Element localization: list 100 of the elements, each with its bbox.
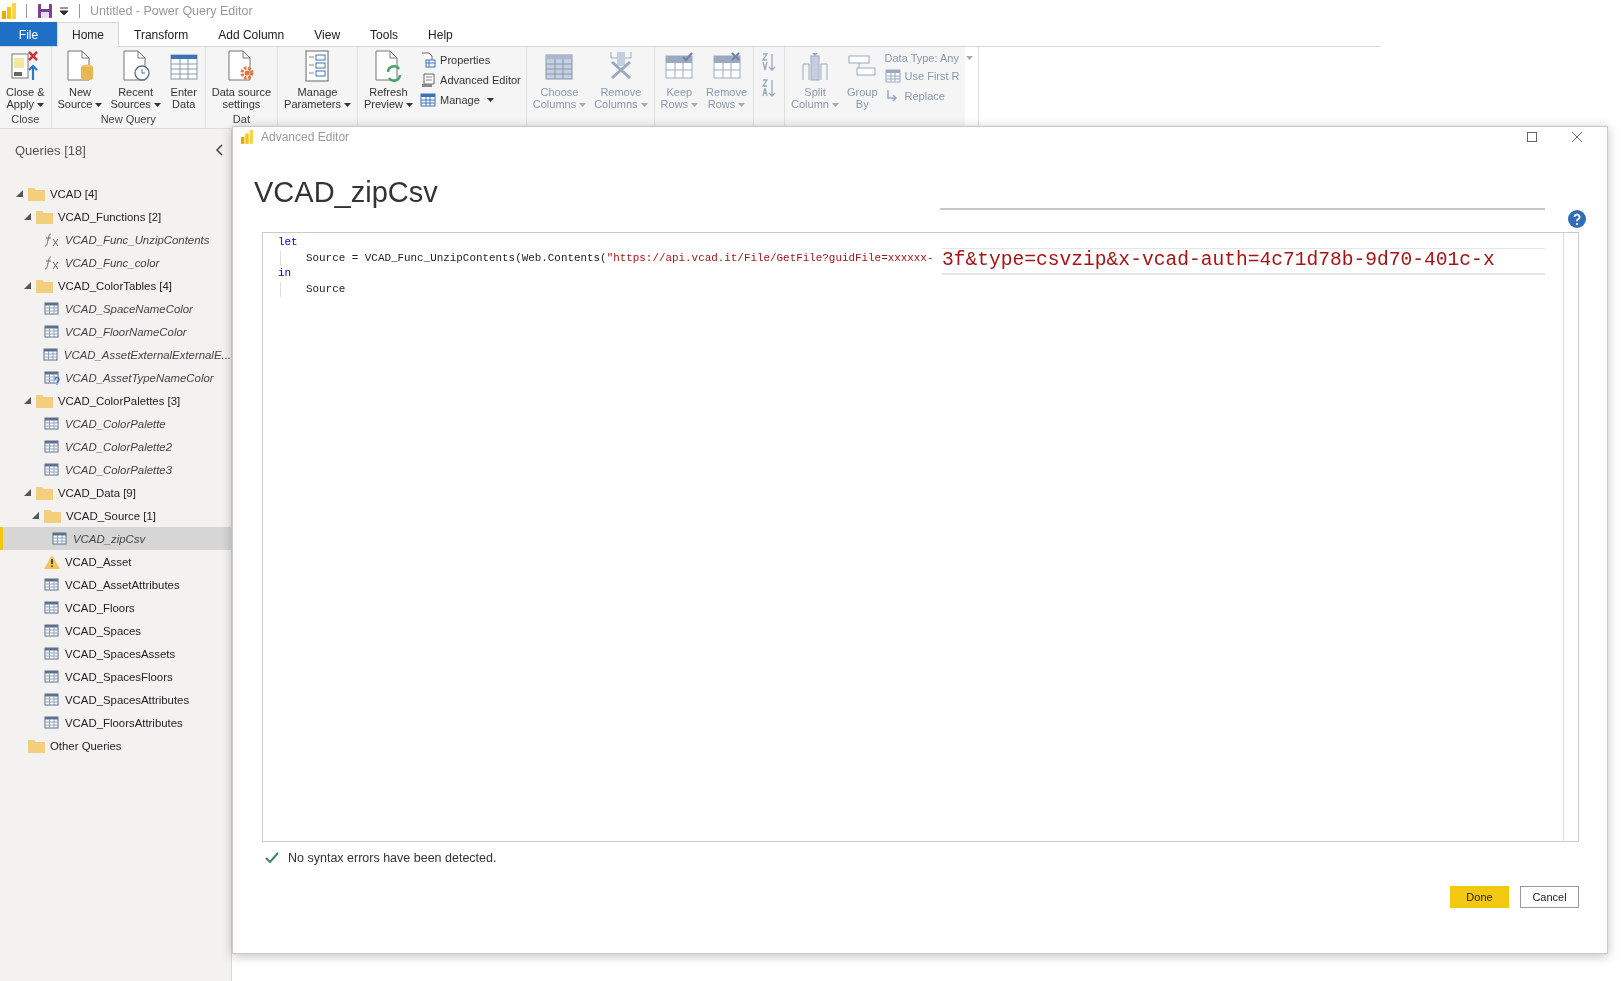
ribbon-tab[interactable]: View — [299, 22, 356, 46]
query-item[interactable]: VCAD_FloorNameColor — [0, 320, 231, 343]
query-item[interactable]: VCAD_ColorPalettes [3] — [0, 389, 231, 412]
ribbon-group-label: New Query — [99, 113, 157, 127]
table-icon — [44, 462, 60, 477]
query-item[interactable]: VCAD_SpacesAssets — [0, 642, 231, 665]
query-item[interactable]: VCAD_ColorPalette3 — [0, 458, 231, 481]
query-item[interactable]: VCAD_ColorPalette2 — [0, 435, 231, 458]
caret-icon[interactable] — [486, 98, 494, 102]
window-title: Untitled - Power Query Editor — [90, 4, 253, 18]
ribbon-tab[interactable]: Help — [413, 22, 468, 46]
dropdown-caret-icon[interactable] — [59, 6, 69, 16]
cancel-button[interactable]: Cancel — [1520, 886, 1579, 908]
ribbon-tab[interactable]: Transform — [119, 22, 204, 46]
code-string: "https://api.vcad.it/File/GetFile?guidFile=xxxxxx- — [606, 251, 934, 264]
app-logo-icon — [2, 3, 16, 19]
warning-icon — [44, 554, 60, 569]
query-item[interactable]: VCAD_Floors — [0, 596, 231, 619]
file-tab[interactable]: File — [0, 22, 57, 46]
caret-icon[interactable] — [153, 103, 161, 108]
code-keyword: in — [278, 267, 292, 279]
save-icon[interactable] — [37, 3, 53, 19]
ribbon-button[interactable]: Data source settings — [208, 50, 275, 113]
queries-heading: Queries [18] — [15, 142, 86, 158]
function-icon — [44, 255, 60, 270]
document-clock-icon — [120, 50, 151, 82]
query-item[interactable]: VCAD_AssetTypeNameColor — [0, 366, 231, 389]
query-item[interactable]: VCAD [4] — [0, 182, 231, 205]
function-icon — [44, 232, 60, 247]
split-column-icon — [800, 50, 830, 82]
query-item[interactable]: VCAD_SpacesAttributes — [0, 688, 231, 711]
query-item[interactable]: VCAD_Spaces — [0, 619, 231, 642]
help-icon[interactable] — [1568, 210, 1586, 228]
query-item[interactable]: Other Queries — [0, 734, 231, 757]
expanded-triangle-icon[interactable] — [23, 489, 31, 496]
maximize-icon[interactable] — [1527, 132, 1537, 142]
folder-icon — [36, 393, 53, 408]
document-refresh-icon — [373, 50, 404, 82]
table-icon — [44, 669, 60, 684]
query-item[interactable]: VCAD_AssetAttributes — [0, 573, 231, 596]
table-icon — [44, 715, 60, 730]
table-icon — [44, 600, 60, 615]
table-icon — [44, 692, 60, 707]
query-item[interactable]: VCAD_Func_UnzipContents — [0, 228, 231, 251]
ribbon-button[interactable]: Advanced Editor — [418, 72, 523, 88]
ribbon-button[interactable]: New Source — [54, 50, 106, 113]
table-icon — [44, 439, 60, 454]
caret-icon[interactable] — [95, 103, 103, 108]
dialog-title: Advanced Editor — [261, 130, 350, 144]
ribbon-button[interactable]: Manage — [418, 92, 523, 108]
table-icon — [44, 577, 60, 592]
query-item[interactable]: VCAD_ColorTables [4] — [0, 274, 231, 297]
ribbon-tab[interactable]: Add Column — [203, 22, 300, 46]
app-logo-icon — [241, 130, 253, 144]
collapse-chevron-icon[interactable] — [215, 144, 223, 156]
table-icon — [884, 68, 901, 84]
expanded-triangle-icon[interactable] — [23, 213, 31, 220]
query-item[interactable]: VCAD_SpacesFloors — [0, 665, 231, 688]
query-item[interactable]: VCAD_zipCsv — [0, 527, 231, 550]
ribbon-button[interactable]: Refresh Preview — [360, 50, 417, 128]
caret-icon[interactable] — [37, 103, 45, 108]
expanded-triangle-icon[interactable] — [23, 397, 31, 404]
query-item[interactable]: VCAD_Data [9] — [0, 481, 231, 504]
table-icon — [44, 324, 60, 339]
query-item[interactable]: VCAD_Asset — [0, 550, 231, 573]
folder-icon — [36, 485, 53, 500]
table-icon — [52, 531, 68, 546]
query-item[interactable]: VCAD_AssetExternalExternalE... — [0, 343, 231, 366]
query-item[interactable]: VCAD_SpaceNameColor — [0, 297, 231, 320]
properties-icon — [420, 52, 437, 68]
table-icon — [44, 623, 60, 638]
expanded-triangle-icon[interactable] — [15, 190, 23, 197]
table-icon — [44, 301, 60, 316]
query-item[interactable]: VCAD_Functions [2] — [0, 205, 231, 228]
ribbon-tab[interactable]: Home — [57, 22, 119, 47]
code-text: Source = VCAD_Func_UnzipContents(Web.Contents( — [306, 251, 607, 264]
ribbon-button[interactable]: Properties — [418, 52, 523, 68]
ribbon-button[interactable]: Recent Sources — [107, 50, 164, 113]
keep-rows-icon — [664, 50, 695, 82]
query-item[interactable]: VCAD_ColorPalette — [0, 412, 231, 435]
magnified-code-string: 3f&type=csvzip&x-vcad-auth=4c71d78b-9d70-401c-x — [942, 248, 1545, 275]
ribbon-button[interactable]: Close & Apply — [3, 50, 48, 113]
table-icon — [44, 646, 60, 661]
close-icon[interactable] — [1571, 131, 1583, 143]
ribbon-tab[interactable]: Tools — [355, 22, 414, 46]
ribbon-button[interactable]: Enter Data — [165, 50, 202, 113]
caret-icon[interactable] — [343, 103, 351, 108]
done-button[interactable]: Done — [1450, 886, 1509, 908]
ribbon-group-label: Close — [10, 113, 41, 127]
expanded-triangle-icon[interactable] — [31, 512, 39, 519]
expanded-triangle-icon[interactable] — [23, 282, 31, 289]
table-icon — [42, 347, 59, 362]
scroll-icon — [420, 72, 437, 88]
query-item[interactable]: VCAD_Func_color — [0, 251, 231, 274]
query-item[interactable]: VCAD_FloorsAttributes — [0, 711, 231, 734]
caret-icon[interactable] — [406, 103, 414, 108]
document-database-icon — [64, 50, 95, 82]
remove-rows-icon — [711, 50, 742, 82]
close-apply-icon — [10, 50, 41, 82]
query-item[interactable]: VCAD_Source [1] — [0, 504, 231, 527]
